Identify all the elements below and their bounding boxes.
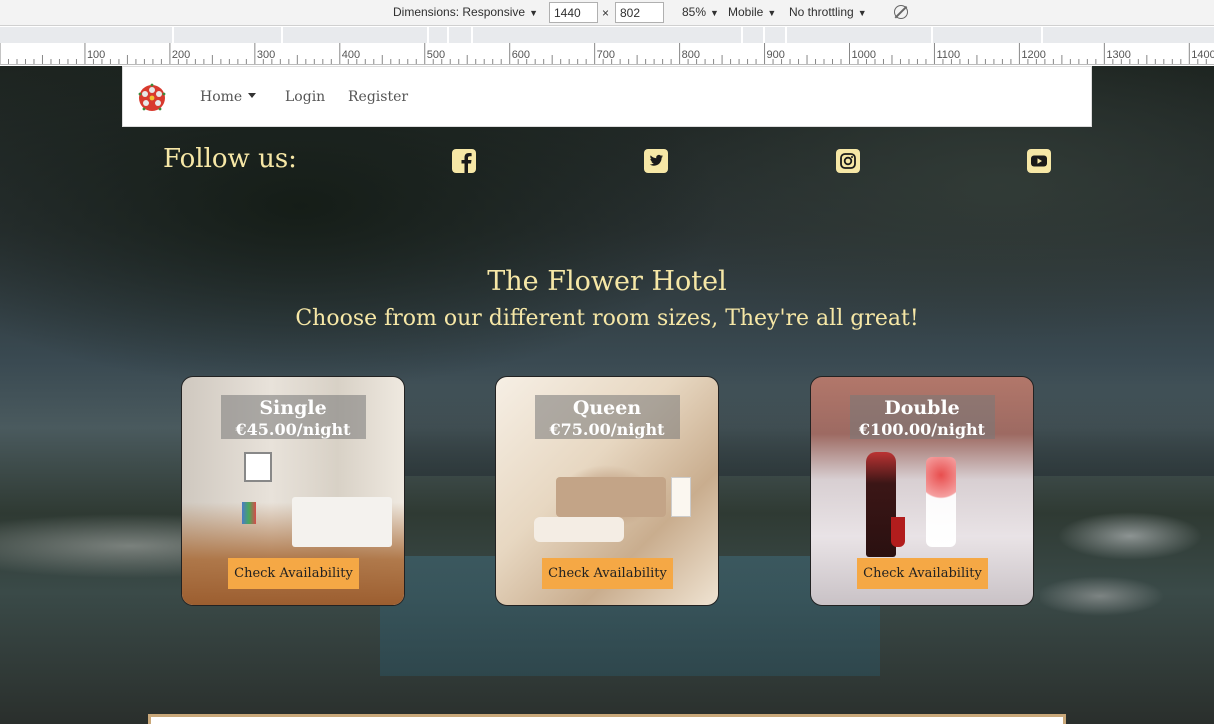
caret-down-icon: ▼ [857, 8, 867, 18]
wall-picture [244, 452, 272, 482]
dessert-stand-shape [926, 457, 956, 547]
dimensions-label: Dimensions: Responsive [393, 5, 526, 19]
times-sign: × [602, 6, 610, 20]
zoom-dropdown[interactable]: 85% ▼ [682, 5, 719, 19]
check-availability-button[interactable]: Check Availability [857, 558, 988, 589]
bed-shape [556, 477, 666, 517]
device-mode-dropdown[interactable]: Mobile ▼ [728, 5, 776, 19]
room-card-queen: Queen €75.00/night Check Availability [495, 376, 719, 606]
bench-shape [534, 517, 624, 542]
bottom-panel [148, 714, 1066, 724]
ruler-label: 600 [511, 49, 531, 61]
room-name: Queen [572, 397, 642, 419]
check-availability-button[interactable]: Check Availability [228, 558, 359, 589]
caret-down-icon: ▼ [767, 8, 777, 18]
nightstand-shape [671, 477, 691, 517]
throttling-label: No throttling [789, 5, 854, 19]
rotate-icon[interactable] [894, 5, 908, 19]
wine-glass-shape [891, 517, 905, 547]
width-input[interactable] [549, 2, 598, 23]
nav-home-label: Home [200, 89, 243, 105]
room-price: €75.00/night [549, 420, 665, 439]
nav-home[interactable]: Home [200, 89, 257, 105]
room-price: €100.00/night [858, 420, 986, 439]
room-name: Single [259, 397, 327, 419]
ruler-label: 1300 [1106, 49, 1131, 61]
ruler-label: 100 [86, 49, 106, 61]
ruler-label: 1100 [936, 49, 961, 61]
background-umbrellas-right [1040, 496, 1214, 646]
instagram-icon[interactable] [836, 149, 860, 173]
twitter-icon[interactable] [644, 149, 668, 173]
hero-title: The Flower Hotel [487, 266, 727, 297]
ruler-label: 1400 [1191, 49, 1214, 61]
ruler-label: 1000 [851, 49, 876, 61]
caret-down-icon: ▼ [529, 8, 538, 18]
caret-down-icon: ▼ [710, 8, 719, 18]
dimensions-dropdown[interactable]: Dimensions: Responsive ▼ [393, 5, 538, 19]
throttling-dropdown[interactable]: No throttling ▼ [789, 5, 867, 19]
books-shape [242, 502, 256, 524]
page-viewport: Home Login Register Follow us: The Flowe… [0, 66, 1214, 724]
device-mode-label: Mobile [728, 5, 764, 19]
check-availability-button[interactable]: Check Availability [542, 558, 673, 589]
rose-icon[interactable] [137, 83, 167, 113]
devtools-toolbar: Dimensions: Responsive▼ × 85%▼ Mobile▼ N… [0, 0, 1214, 26]
caret-down-icon [248, 92, 257, 98]
nav-register[interactable]: Register [348, 89, 408, 105]
youtube-icon[interactable] [1027, 149, 1051, 173]
height-input[interactable] [615, 2, 664, 23]
ruler-label: 900 [766, 49, 785, 61]
ruler-label: 300 [256, 49, 276, 61]
facebook-icon[interactable] [452, 149, 476, 173]
room-card-single: Single €45.00/night Check Availability [181, 376, 405, 606]
nav-login[interactable]: Login [285, 89, 325, 105]
ruler-label: 400 [341, 49, 361, 61]
ruler-label: 800 [681, 49, 700, 61]
bed-shape [292, 497, 392, 547]
hero-subtitle: Choose from our different room sizes, Th… [295, 306, 919, 331]
media-query-bar[interactable] [0, 27, 1214, 43]
room-card-double: Double €100.00/night Check Availability [810, 376, 1034, 606]
follow-us-label: Follow us: [163, 144, 297, 174]
zoom-label: 85% [682, 5, 707, 19]
room-price: €45.00/night [235, 420, 351, 439]
ruler-label: 700 [596, 49, 615, 61]
navbar: Home Login Register [122, 66, 1092, 127]
ruler-label: 500 [426, 49, 446, 61]
ruler-label: 200 [171, 49, 191, 61]
ruler: 100 200 300 400 500 600 700 800 900 1000 1100 1200 1… [0, 43, 1214, 65]
room-name: Double [884, 397, 960, 419]
ruler-label: 1200 [1021, 49, 1046, 61]
